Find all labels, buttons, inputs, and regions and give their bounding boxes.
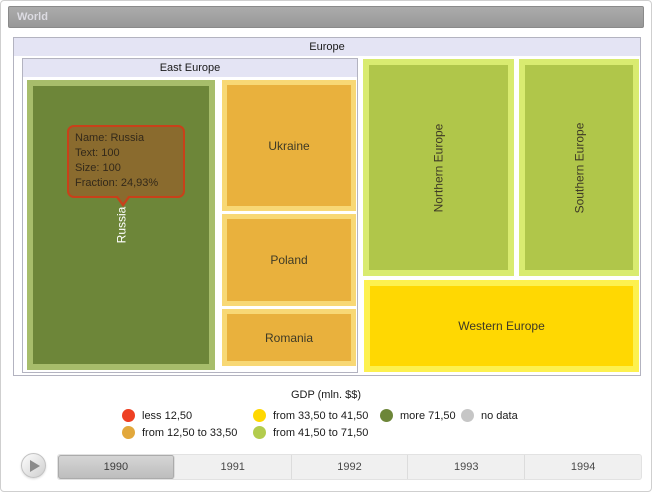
russia-tooltip: Name: Russia Text: 100 Size: 100 Fractio… bbox=[67, 125, 185, 207]
play-button[interactable] bbox=[21, 453, 46, 478]
europe-group-header[interactable]: Europe bbox=[14, 38, 640, 56]
tile-romania-label: Romania bbox=[264, 330, 314, 345]
tile-western-europe-label: Western Europe bbox=[458, 319, 545, 333]
legend-yellowgreen-dot-icon bbox=[253, 426, 266, 439]
tooltip-name-line: Name: Russia bbox=[75, 132, 145, 144]
tile-western-europe[interactable]: Western Europe bbox=[364, 280, 639, 372]
legend-item-label: no data bbox=[481, 409, 518, 422]
tile-southern-europe[interactable]: Southern Europe bbox=[519, 59, 639, 276]
timeline-year-bar: 1990 1991 1992 1993 1994 bbox=[57, 454, 642, 480]
tile-romania[interactable]: Romania bbox=[222, 309, 356, 366]
tile-ukraine[interactable]: Ukraine bbox=[222, 80, 356, 211]
legend-item-label: more 71,50 bbox=[400, 409, 456, 422]
tooltip-text-line: Text: 100 bbox=[75, 147, 120, 159]
legend-item-less: less 12,50 bbox=[122, 409, 253, 422]
legend-red-dot-icon bbox=[122, 409, 135, 422]
tooltip-size-line: Size: 100 bbox=[75, 162, 121, 174]
tile-poland[interactable]: Poland bbox=[222, 214, 356, 306]
timeline-year-1992[interactable]: 1992 bbox=[292, 455, 409, 479]
legend-item-label: from 33,50 to 41,50 bbox=[273, 409, 369, 422]
tile-northern-europe[interactable]: Northern Europe bbox=[363, 59, 514, 276]
treemap-application-window: World Europe East Europe Russia Name: Ru… bbox=[0, 0, 652, 492]
europe-group-panel: Europe East Europe Russia Name: Russia T… bbox=[13, 37, 641, 376]
tile-poland-label: Poland bbox=[270, 253, 308, 267]
tile-ukraine-label: Ukraine bbox=[268, 138, 310, 153]
timeline-year-1993[interactable]: 1993 bbox=[408, 455, 526, 479]
legend-item-33-41: from 33,50 to 41,50 bbox=[253, 409, 380, 422]
legend-orange-dot-icon bbox=[122, 426, 135, 439]
play-icon bbox=[30, 459, 40, 472]
legend-item-41-71: from 41,50 to 71,50 bbox=[253, 426, 380, 439]
timeline-year-1991[interactable]: 1991 bbox=[175, 455, 292, 479]
tile-russia[interactable]: Russia Name: Russia Text: 100 Size: 100 … bbox=[27, 80, 215, 370]
east-europe-group-header[interactable]: East Europe bbox=[23, 59, 357, 77]
tooltip-fraction-line: Fraction: 24,93% bbox=[75, 177, 159, 189]
legend-item-label: from 41,50 to 71,50 bbox=[273, 426, 369, 439]
legend-item-no-data: no data bbox=[461, 409, 539, 422]
legend-item-more: more 71,50 bbox=[380, 409, 461, 422]
breadcrumb-root-world[interactable]: World bbox=[8, 6, 644, 28]
legend: less 12,50 from 33,50 to 41,50 more 71,5… bbox=[122, 407, 539, 441]
legend-item-label: less 12,50 bbox=[142, 409, 193, 422]
legend-yellow-dot-icon bbox=[253, 409, 266, 422]
legend-gray-dot-icon bbox=[461, 409, 474, 422]
east-europe-group-panel: East Europe Russia Name: Russia Text: 10… bbox=[22, 58, 358, 373]
tooltip-pointer-fill bbox=[117, 195, 129, 203]
legend-darkgreen-dot-icon bbox=[380, 409, 393, 422]
legend-item-label: from 12,50 to 33,50 bbox=[142, 426, 238, 439]
tile-northern-europe-label: Northern Europe bbox=[431, 123, 446, 212]
timeline-year-1990[interactable]: 1990 bbox=[58, 455, 175, 479]
tile-russia-label: Russia bbox=[114, 206, 128, 244]
timeline-year-1994[interactable]: 1994 bbox=[525, 455, 641, 479]
legend-title: GDP (mln. $$) bbox=[290, 389, 362, 401]
tile-southern-europe-label: Southern Europe bbox=[571, 122, 586, 213]
legend-item-12-33: from 12,50 to 33,50 bbox=[122, 426, 253, 439]
